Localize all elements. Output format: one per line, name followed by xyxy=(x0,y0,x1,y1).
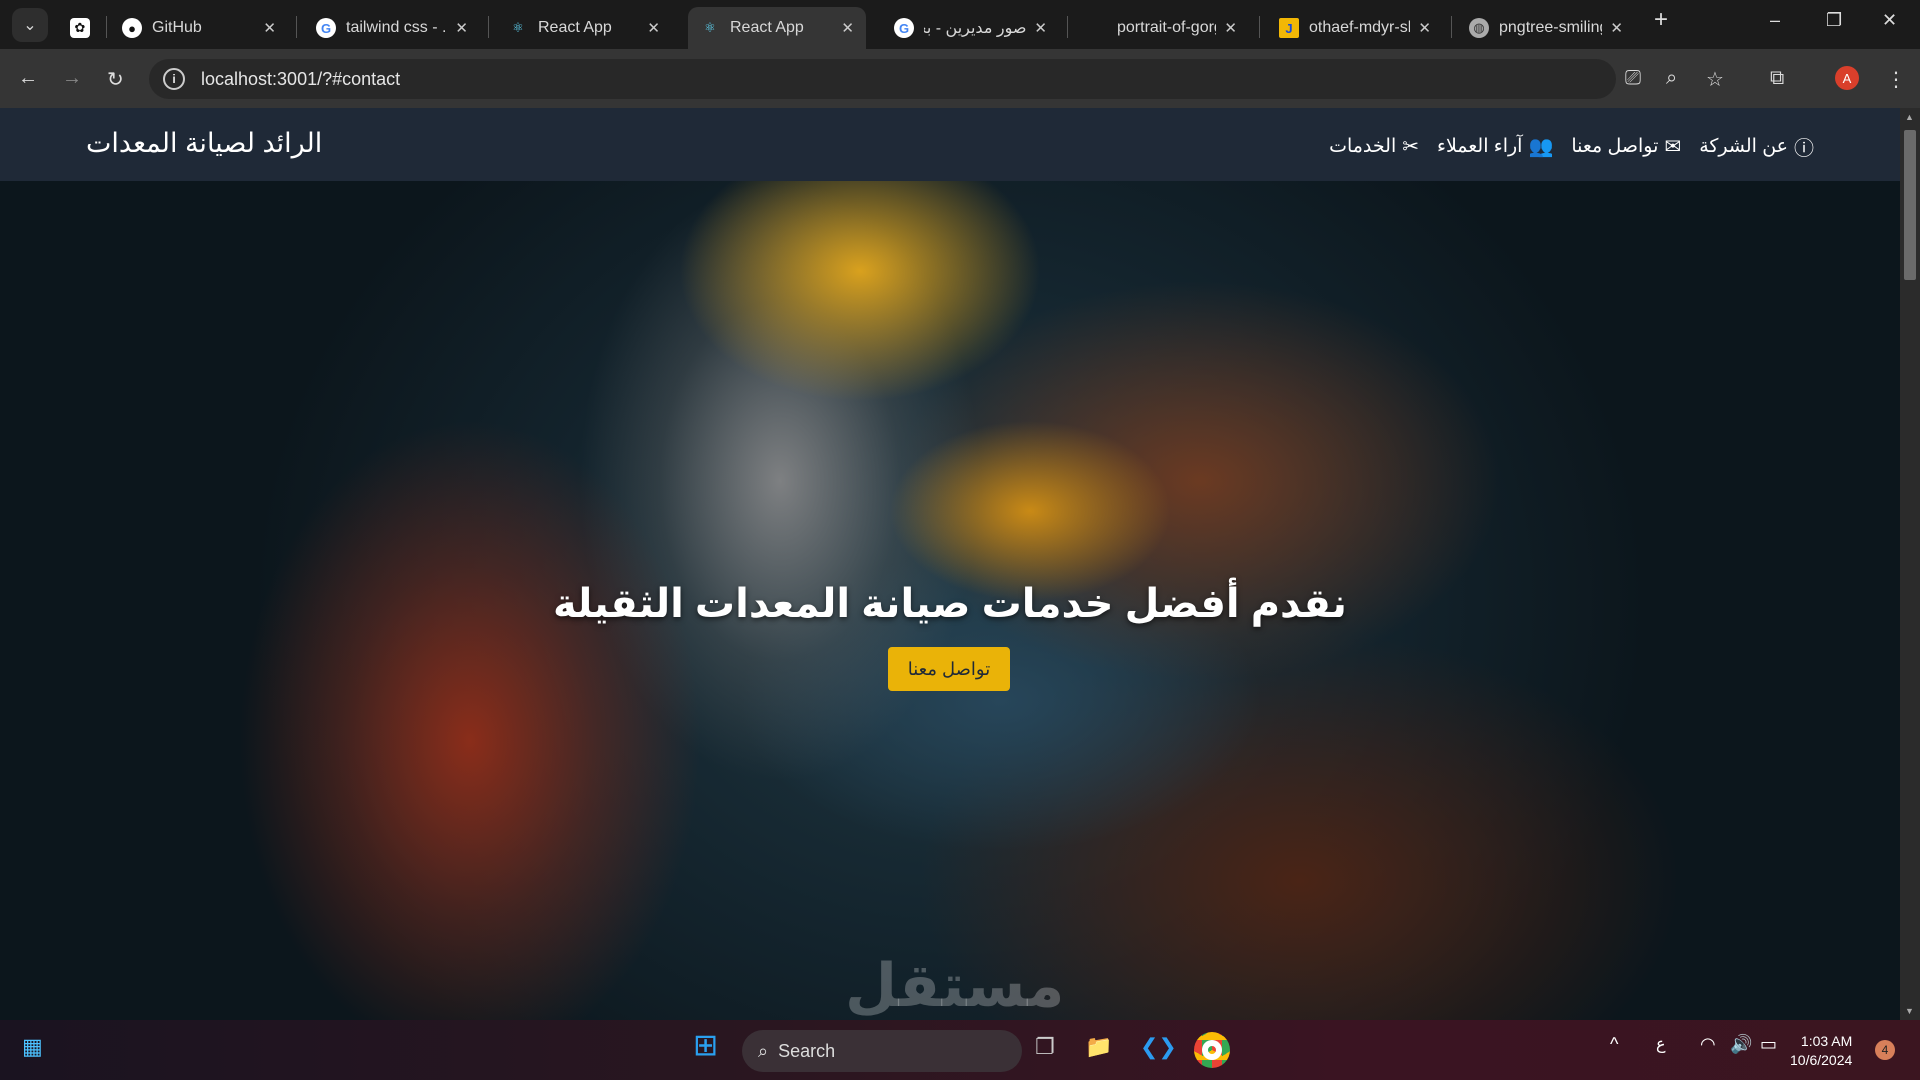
react-icon: ⚛ xyxy=(512,20,524,35)
profile-avatar[interactable]: A xyxy=(1835,66,1859,90)
info-icon: ⓘ xyxy=(1794,138,1814,160)
blank-icon xyxy=(1087,18,1107,38)
hero-title: نقدم أفضل خدمات صيانة المعدات الثقيلة xyxy=(553,582,1347,626)
nav-link-services[interactable]: ✂ الخدمات xyxy=(1329,132,1419,161)
battery-icon[interactable]: ▭ xyxy=(1760,1034,1777,1055)
site-brand[interactable]: الرائد لصيانة المعدات xyxy=(86,128,322,159)
tab-tailwind[interactable]: Gtailwind css - ... ✕ xyxy=(304,7,480,49)
google-icon: G xyxy=(894,18,914,38)
tab-search-button[interactable]: ⌄ xyxy=(12,8,48,42)
tab-react-app-active[interactable]: ⚛ React App ✕ xyxy=(688,7,866,49)
nav-links: ⓘ عن الشركة ✉ تواصل معنا 👥 آراء العملاء ✂ ال… xyxy=(1329,132,1814,161)
react-icon: ⚛ xyxy=(704,20,716,35)
nav-link-testimonials[interactable]: 👥 آراء العملاء xyxy=(1437,132,1553,161)
nav-link-contact[interactable]: ✉ تواصل معنا xyxy=(1571,132,1681,161)
scrollbar-thumb[interactable] xyxy=(1904,130,1916,280)
chevron-down-icon: ⌄ xyxy=(23,17,37,34)
extensions-icon[interactable]: ⧉ xyxy=(1770,67,1784,90)
globe-icon: ◍ xyxy=(1469,18,1489,38)
wifi-icon[interactable]: ◠ xyxy=(1700,1034,1716,1055)
back-button[interactable]: ← xyxy=(18,67,38,90)
close-icon[interactable]: ✕ xyxy=(841,19,854,37)
clock[interactable]: 1:03 AM 10/6/2024 xyxy=(1790,1032,1852,1070)
tools-icon: ✂ xyxy=(1402,136,1420,158)
hero-section: نقدم أفضل خدمات صيانة المعدات الثقيلة تو… xyxy=(0,181,1900,1020)
chatgpt-icon: ✿ xyxy=(70,18,90,38)
tab-portrait[interactable]: portrait-of-gorgeous✕ xyxy=(1075,7,1249,49)
users-icon: 👥 xyxy=(1528,136,1554,158)
tab-pinned[interactable]: ✿ xyxy=(58,7,104,49)
nav-link-about[interactable]: ⓘ عن الشركة xyxy=(1699,132,1814,161)
j-icon: J xyxy=(1279,18,1299,38)
vscode-icon[interactable]: ❮❯ xyxy=(1140,1034,1177,1060)
address-bar[interactable]: i localhost:3001/?#contact xyxy=(149,59,1616,99)
google-icon: G xyxy=(316,18,336,38)
forward-button[interactable]: → xyxy=(62,67,82,90)
close-icon[interactable]: ✕ xyxy=(1418,19,1431,37)
tab-pngtree[interactable]: ◍ pngtree-smiling ✕ xyxy=(1457,7,1635,49)
install-app-icon[interactable]: ⎚ xyxy=(1625,67,1641,90)
taskbar: ▦ ⊞ ⌕ Search ❐ 📁 ❮❯ ^ ع ◠ 🔊 ▭ 1:03 AM 10/6… xyxy=(0,1020,1920,1080)
page-scrollbar[interactable]: ▲ ▼ xyxy=(1900,108,1920,1020)
restore-button[interactable]: ❐ xyxy=(1826,10,1842,31)
close-icon[interactable]: ✕ xyxy=(647,19,660,37)
close-icon[interactable]: ✕ xyxy=(1610,19,1623,37)
contact-button[interactable]: تواصل معنا xyxy=(888,647,1010,691)
close-icon[interactable]: ✕ xyxy=(1224,19,1237,37)
tab-github[interactable]: ● GitHub ✕ xyxy=(110,7,288,49)
tab-strip: ⌄ ✿ ● GitHub ✕ Gtailwind css - ... ✕ ⚛ React… xyxy=(0,0,1920,49)
new-tab-button[interactable]: + xyxy=(1654,6,1668,34)
menu-icon[interactable]: ⋮ xyxy=(1886,67,1906,92)
file-explorer-icon[interactable]: 📁 xyxy=(1085,1034,1112,1060)
task-view-icon[interactable]: ❐ xyxy=(1035,1034,1055,1060)
url-text[interactable]: localhost:3001/?#contact xyxy=(201,69,400,90)
show-hidden-icons[interactable]: ^ xyxy=(1610,1034,1618,1055)
language-indicator[interactable]: ع xyxy=(1656,1034,1666,1054)
bookmark-star-icon[interactable]: ☆ xyxy=(1706,67,1724,92)
info-icon[interactable]: i xyxy=(163,68,185,90)
zoom-icon[interactable]: ⌕ xyxy=(1666,67,1677,90)
start-button[interactable]: ⊞ xyxy=(693,1028,718,1063)
search-icon: ⌕ xyxy=(758,1040,769,1061)
minimize-button[interactable]: – xyxy=(1770,10,1780,31)
chrome-icon[interactable] xyxy=(1194,1032,1230,1068)
close-icon[interactable]: ✕ xyxy=(1034,19,1047,37)
tab-google-images[interactable]: Gصور مديرين - بحث✕ xyxy=(882,7,1059,49)
reload-button[interactable]: ↻ xyxy=(107,67,124,92)
github-icon: ● xyxy=(122,18,142,38)
close-icon[interactable]: ✕ xyxy=(263,19,276,37)
close-icon[interactable]: ✕ xyxy=(455,19,468,37)
widgets-icon[interactable]: ▦ xyxy=(22,1034,43,1060)
taskbar-search[interactable]: ⌕ Search xyxy=(742,1030,1022,1072)
envelope-icon: ✉ xyxy=(1664,136,1682,158)
volume-icon[interactable]: 🔊 xyxy=(1730,1034,1752,1055)
watermark-logo: مستقل xyxy=(845,952,1065,1019)
close-window-button[interactable]: ✕ xyxy=(1882,10,1897,31)
tab-othaef[interactable]: Jothaef-mdyr-sh ✕ xyxy=(1267,7,1443,49)
site-navbar: الرائد لصيانة المعدات ⓘ عن الشركة ✉ تواصل … xyxy=(0,108,1900,181)
browser-toolbar: ← → ↻ i localhost:3001/?#contact ⎚ ⌕ ☆ ⧉… xyxy=(0,49,1920,108)
notification-badge[interactable]: 4 xyxy=(1875,1040,1895,1060)
tab-react-app[interactable]: ⚛ React App ✕ xyxy=(496,7,672,49)
